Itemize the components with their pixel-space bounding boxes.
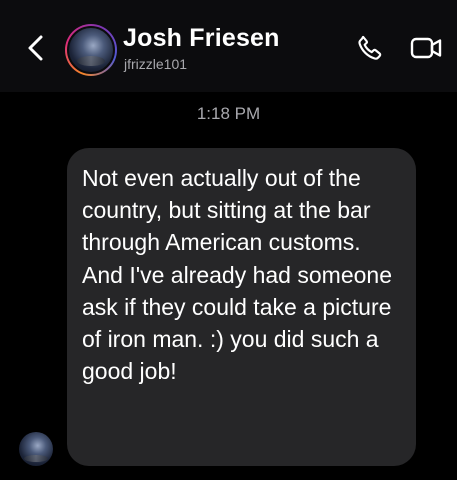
contact-username: jfrizzle101 — [124, 56, 188, 72]
conversation-header: Josh Friesen jfrizzle101 — [0, 0, 457, 92]
message-bubble[interactable]: Not even actually out of the country, bu… — [67, 148, 416, 466]
phone-icon — [355, 33, 385, 68]
chevron-left-icon — [26, 33, 46, 68]
video-call-button[interactable] — [407, 32, 447, 68]
avatar — [67, 26, 115, 74]
back-button[interactable] — [20, 30, 52, 70]
sender-avatar[interactable] — [19, 432, 53, 466]
contact-avatar-story-ring[interactable] — [65, 24, 117, 76]
message-timestamp: 1:18 PM — [196, 104, 261, 123]
video-camera-icon — [410, 34, 444, 67]
audio-call-button[interactable] — [352, 32, 388, 68]
message-text: Not even actually out of the country, bu… — [82, 165, 392, 385]
contact-name[interactable]: Josh Friesen — [123, 24, 280, 53]
